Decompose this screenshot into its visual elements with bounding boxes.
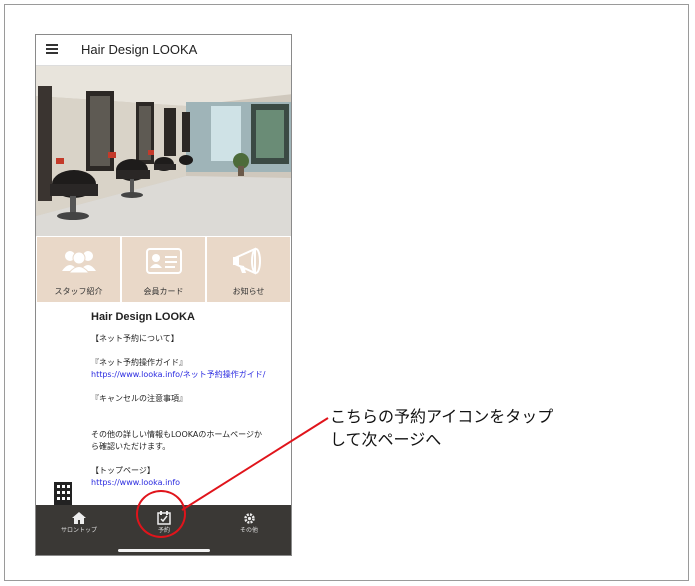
annotation-text: こちらの予約アイコンをタップ して次ページへ [330,405,553,451]
callout-arrow-line [181,417,329,511]
annotation-line-2: して次ページへ [330,430,442,449]
annotation-line-1: こちらの予約アイコンをタップ [330,407,554,426]
